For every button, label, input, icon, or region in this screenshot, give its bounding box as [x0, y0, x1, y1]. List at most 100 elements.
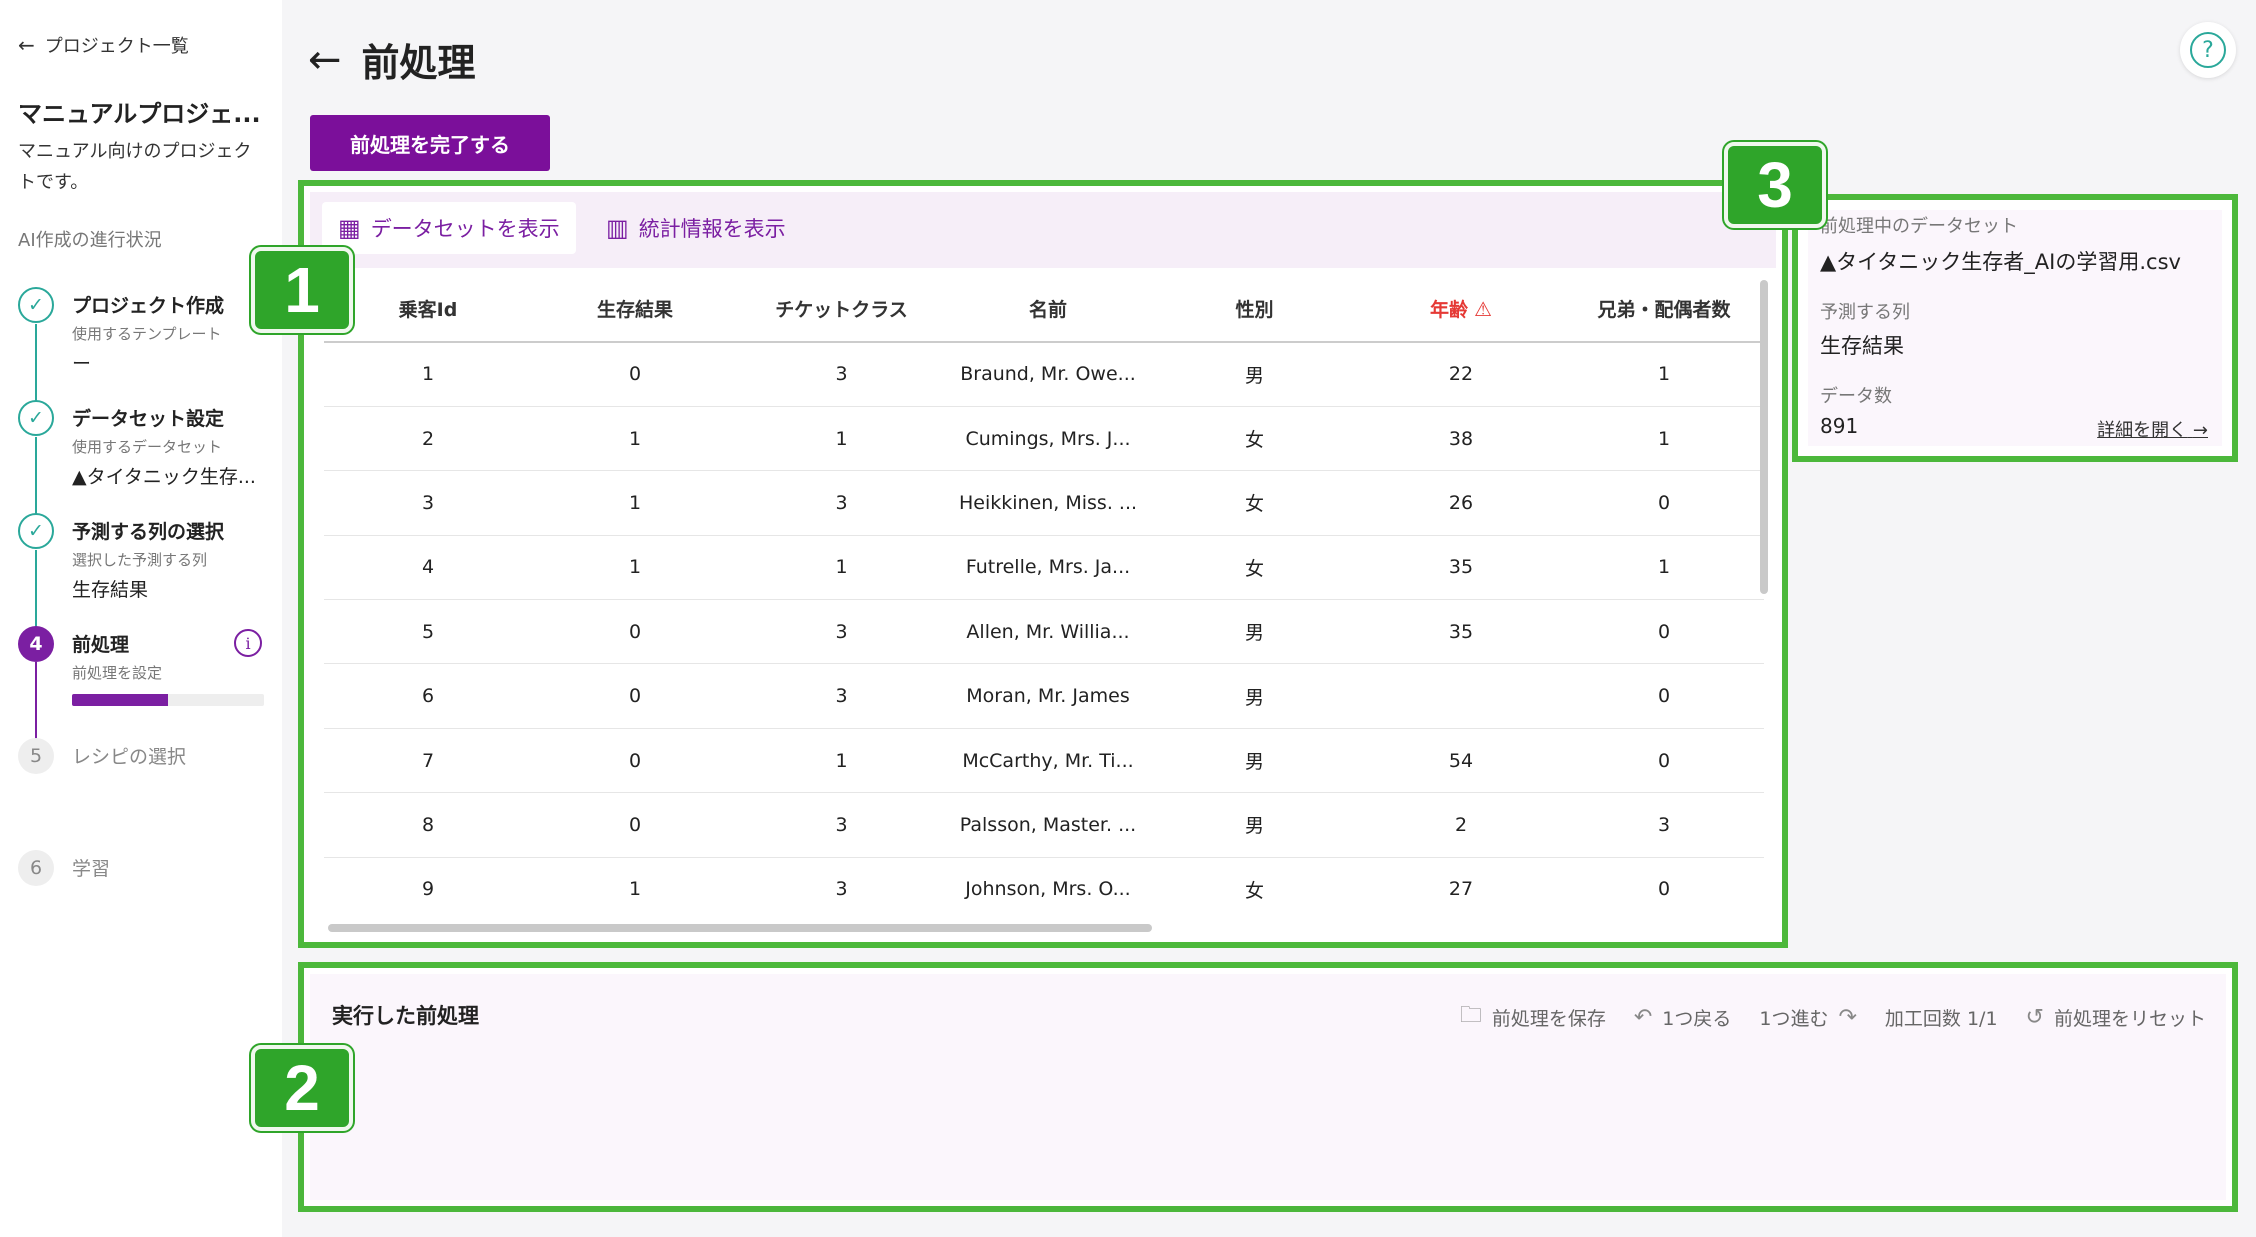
dataset-label: 前処理中のデータセット: [1820, 216, 2018, 237]
column-header[interactable]: 名前: [945, 276, 1151, 343]
table-cell: 1: [532, 857, 738, 916]
table-cell: Johnson, Mrs. O...: [945, 857, 1151, 916]
column-header[interactable]: 性別: [1151, 276, 1358, 343]
table-cell: 男: [1151, 792, 1358, 858]
back-to-projects-link[interactable]: ← プロジェクト一覧: [18, 32, 189, 58]
table-cell: 1: [532, 406, 738, 472]
callout-marker-3: 3: [1724, 142, 1826, 228]
table-row: 3 1 3 Heikkinen, Miss. ... 女 26 0: [324, 470, 1764, 536]
table-cell: 3: [738, 599, 945, 665]
table-cell: Moran, Mr. James: [945, 663, 1151, 729]
undo-icon: ↶: [1633, 1004, 1653, 1030]
target-label: 予測する列: [1820, 302, 1910, 323]
table-row: 1 0 3 Braund, Mr. Owe... 男 22 1: [324, 342, 1764, 407]
table-cell: 3: [1564, 792, 1764, 858]
tab-label: データセットを表示: [370, 217, 560, 241]
step-connector: [35, 324, 37, 404]
step-number: 5: [18, 738, 54, 774]
column-header[interactable]: 乗客Id: [324, 276, 532, 343]
table-cell: 0: [1564, 728, 1764, 794]
table-cell: 3: [324, 470, 532, 536]
sidebar: ← プロジェクト一覧 マニュアルプロジェ... マニュアル向けのプロジェクトです…: [0, 0, 282, 1237]
check-icon: ✓: [18, 400, 54, 436]
table-cell: 0: [532, 663, 738, 729]
table-cell: 1: [324, 342, 532, 407]
dataset-info-card: 前処理中のデータセット ▲タイタニック生存者_AIの学習用.csv 予測する列 …: [1808, 210, 2222, 446]
table-cell: 0: [1564, 470, 1764, 536]
table-icon: ▦: [338, 214, 361, 242]
reset-icon: ↺: [2025, 1004, 2044, 1030]
help-icon: ?: [2190, 32, 2226, 68]
table-cell: 女: [1151, 470, 1358, 536]
step-title: データセット設定: [72, 408, 225, 430]
table-cell: 3: [738, 663, 945, 729]
column-header[interactable]: チケットクラス: [738, 276, 945, 343]
step-subtitle: 使用するデータセット: [72, 438, 223, 456]
table-cell: Cumings, Mrs. J...: [945, 406, 1151, 472]
column-header-warning[interactable]: 年齢 ⚠: [1358, 276, 1564, 343]
table-cell: 27: [1358, 857, 1564, 916]
step-value: 生存結果: [72, 579, 149, 601]
table-cell: 7: [324, 728, 532, 794]
dataset-panel: ▦ データセットを表示 ▥ 統計情報を表示 乗客Id 生存結果 チケットクラス …: [298, 180, 1788, 948]
tab-label: 統計情報を表示: [638, 217, 786, 241]
back-arrow-icon[interactable]: ←: [308, 40, 342, 80]
save-label: 前処理を保存: [1491, 1007, 1606, 1030]
table-cell: 9: [324, 857, 532, 916]
table-cell: 1: [1564, 535, 1764, 601]
step-title: 前処理: [72, 634, 130, 656]
reset-preprocess-button[interactable]: ↺ 前処理をリセット: [2026, 998, 2206, 1036]
table-cell: 3: [738, 342, 945, 407]
table-header-row: 乗客Id 生存結果 チケットクラス 名前 性別 年齢 ⚠ 兄弟・配偶者数: [324, 276, 1764, 343]
count-label: データ数: [1820, 386, 1892, 407]
undo-button[interactable]: ↶ 1つ戻る: [1634, 998, 1732, 1036]
complete-preprocess-button[interactable]: 前処理を完了する: [310, 115, 550, 171]
arrow-right-icon: →: [2192, 420, 2208, 441]
table-cell: 女: [1151, 857, 1358, 916]
page-title: 前処理: [361, 41, 476, 85]
history-title: 実行した前処理: [332, 1004, 479, 1028]
vertical-scrollbar[interactable]: [1760, 280, 1768, 594]
table-cell: 0: [532, 792, 738, 858]
target-value: 生存結果: [1820, 334, 1904, 358]
save-preprocess-button[interactable]: 🗀 前処理を保存: [1460, 998, 1606, 1036]
step-value: ▲タイタニック生存...: [72, 466, 256, 488]
column-header[interactable]: 兄弟・配偶者数: [1564, 276, 1764, 343]
table-cell: 男: [1151, 599, 1358, 665]
open-details-link[interactable]: 詳細を開く →: [2097, 416, 2208, 442]
table-row: 9 1 3 Johnson, Mrs. O... 女 27 0: [324, 857, 1764, 916]
step-subtitle: 使用するテンプレート: [72, 325, 222, 343]
tab-dataset[interactable]: ▦ データセットを表示: [322, 202, 576, 254]
redo-button[interactable]: 1つ進む ↷: [1759, 998, 1857, 1036]
dataset-info-panel: 前処理中のデータセット ▲タイタニック生存者_AIの学習用.csv 予測する列 …: [1792, 194, 2238, 462]
table-cell: 男: [1151, 663, 1358, 729]
table-cell: 3: [738, 857, 945, 916]
table-cell: 女: [1151, 535, 1358, 601]
table-cell: 0: [532, 728, 738, 794]
table-cell: 0: [1564, 599, 1764, 665]
table-cell: 0: [532, 342, 738, 407]
table-cell: 0: [532, 599, 738, 665]
table-cell: McCarthy, Mr. Ti...: [945, 728, 1151, 794]
info-icon[interactable]: i: [234, 629, 262, 657]
table-cell: 1: [532, 535, 738, 601]
step-connector: [35, 662, 37, 750]
help-button[interactable]: ?: [2180, 22, 2236, 78]
callout-marker-2: 2: [251, 1045, 353, 1131]
table-cell: 1: [532, 470, 738, 536]
step-title: 予測する列の選択: [72, 521, 225, 543]
count-value: 891: [1820, 414, 1859, 438]
column-header[interactable]: 生存結果: [532, 276, 738, 343]
table-cell: 35: [1358, 599, 1564, 665]
back-link-label: プロジェクト一覧: [44, 36, 189, 57]
table-cell: 4: [324, 535, 532, 601]
table-cell: 26: [1358, 470, 1564, 536]
step-number: 4: [18, 626, 54, 662]
step-title: 学習: [72, 858, 111, 880]
table-cell: 35: [1358, 535, 1564, 601]
tab-statistics[interactable]: ▥ 統計情報を表示: [590, 202, 802, 254]
step-connector: [35, 550, 37, 630]
horizontal-scrollbar[interactable]: [328, 924, 1152, 932]
data-table-container[interactable]: 乗客Id 生存結果 チケットクラス 名前 性別 年齢 ⚠ 兄弟・配偶者数 103B…: [324, 276, 1764, 916]
table-cell: Heikkinen, Miss. ...: [945, 470, 1151, 536]
